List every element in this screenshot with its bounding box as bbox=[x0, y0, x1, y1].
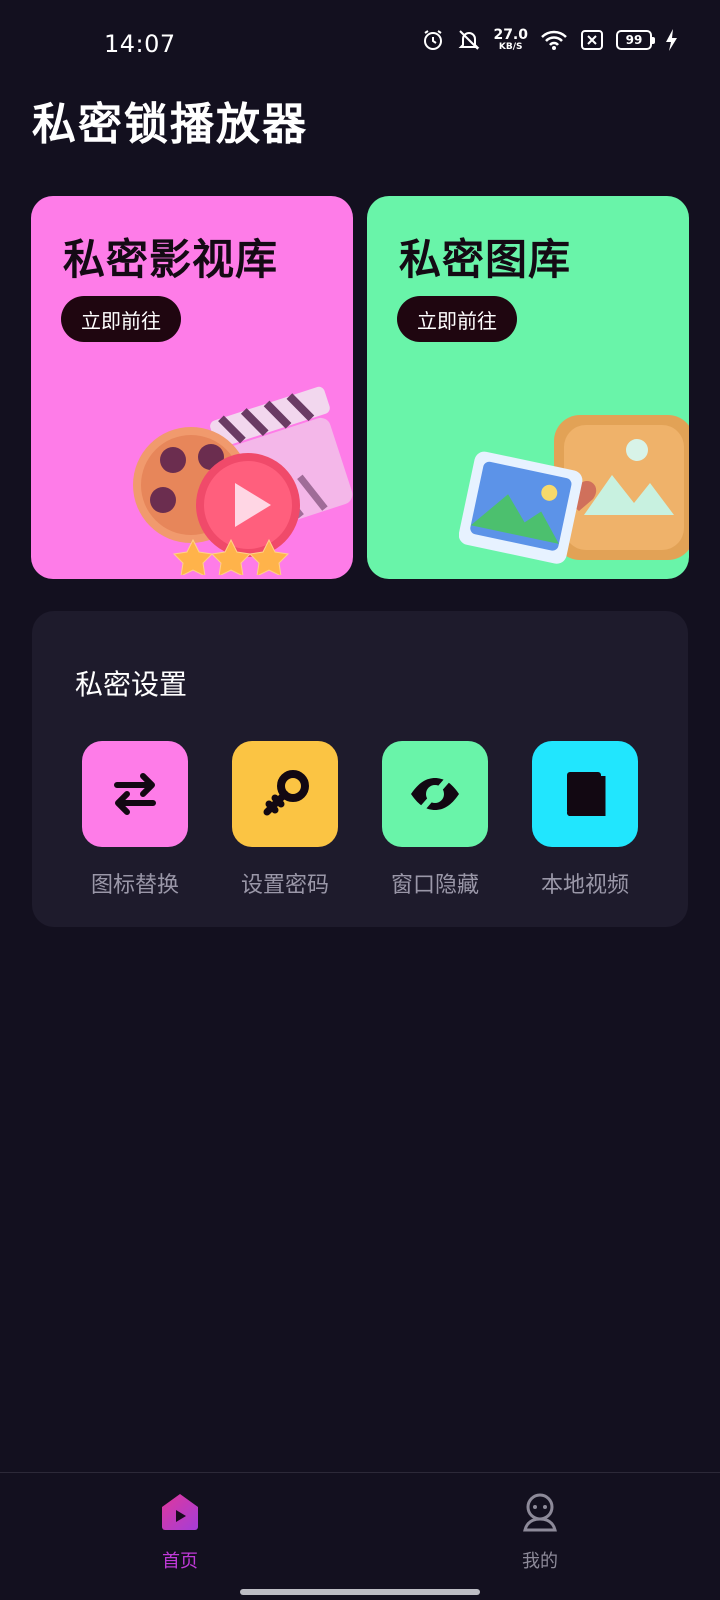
battery-icon: 99 bbox=[616, 30, 655, 50]
film-reel-play-icon bbox=[123, 365, 353, 579]
tool-label: 本地视频 bbox=[540, 873, 629, 898]
status-time: 14:07 bbox=[104, 30, 176, 58]
tool-label: 窗口隐藏 bbox=[390, 873, 479, 898]
private-video-library-card[interactable]: 私密影视库 立即前往 bbox=[31, 196, 353, 579]
net-speed-value: 27.0 bbox=[493, 27, 528, 43]
home-play-icon bbox=[159, 1491, 201, 1537]
status-icons: 27.0 KB/S 99 bbox=[421, 28, 678, 52]
private-settings-panel: 私密设置 图标替换 设置密码 窗口隐藏 本地视频 bbox=[32, 611, 688, 927]
profile-icon bbox=[519, 1491, 561, 1537]
net-speed-unit: KB/S bbox=[498, 42, 523, 52]
icon-swap-button[interactable]: 图标替换 bbox=[70, 741, 200, 899]
bell-muted-icon bbox=[457, 28, 481, 52]
sim-off-icon bbox=[580, 29, 604, 51]
app-title: 私密锁播放器 bbox=[32, 99, 308, 150]
alarm-icon bbox=[421, 28, 445, 52]
wifi-icon bbox=[540, 29, 568, 51]
charging-icon bbox=[664, 28, 678, 52]
status-bar: 14:07 27.0 KB/S 99 bbox=[0, 0, 720, 90]
go-now-button[interactable]: 立即前往 bbox=[61, 296, 181, 342]
set-password-button[interactable]: 设置密码 bbox=[220, 741, 350, 899]
go-now-button[interactable]: 立即前往 bbox=[397, 296, 517, 342]
private-gallery-card[interactable]: 私密图库 立即前往 bbox=[367, 196, 689, 579]
eye-off-icon bbox=[382, 741, 488, 847]
local-video-button[interactable]: 本地视频 bbox=[520, 741, 650, 899]
nav-label-home: 首页 bbox=[162, 1551, 198, 1572]
tool-label: 设置密码 bbox=[240, 873, 329, 898]
key-icon bbox=[232, 741, 338, 847]
settings-title: 私密设置 bbox=[75, 668, 188, 701]
card-title: 私密影视库 bbox=[63, 235, 279, 284]
swap-arrows-icon bbox=[82, 741, 188, 847]
bottom-nav: 首页 我的 bbox=[0, 1472, 720, 1600]
nav-label-mine: 我的 bbox=[522, 1551, 558, 1572]
tool-label: 图标替换 bbox=[90, 873, 179, 898]
hide-window-button[interactable]: 窗口隐藏 bbox=[370, 741, 500, 899]
nav-home[interactable]: 首页 bbox=[120, 1491, 240, 1573]
home-indicator[interactable] bbox=[240, 1589, 480, 1595]
photo-gallery-icon bbox=[458, 405, 689, 579]
nav-mine[interactable]: 我的 bbox=[480, 1491, 600, 1573]
card-title: 私密图库 bbox=[399, 235, 572, 284]
book-icon bbox=[532, 741, 638, 847]
net-speed: 27.0 KB/S bbox=[493, 28, 528, 52]
